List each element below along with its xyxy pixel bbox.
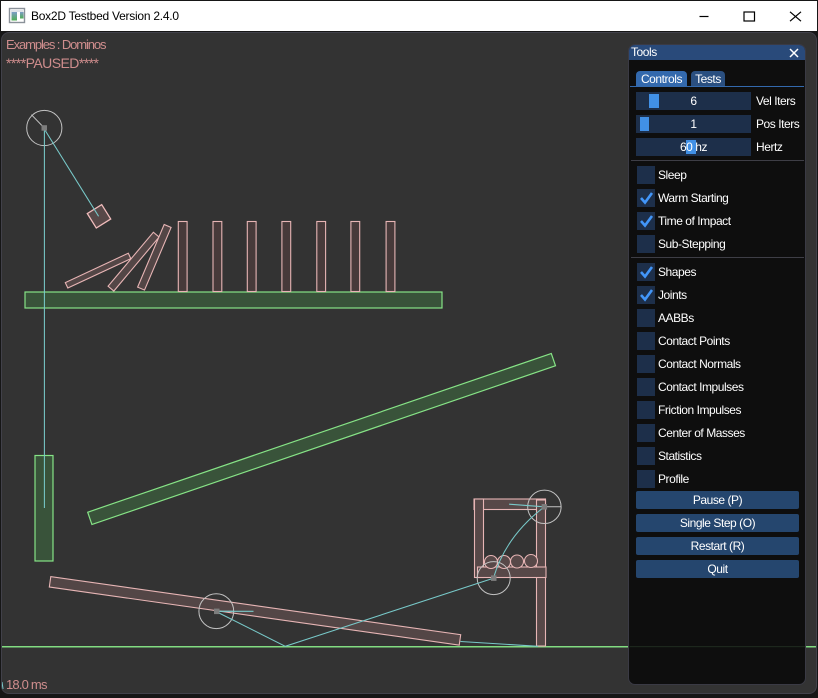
svg-text:18.0 ms: 18.0 ms (6, 677, 48, 692)
svg-text:****PAUSED****: ****PAUSED**** (6, 55, 100, 71)
svg-text:Examples : Dominos: Examples : Dominos (6, 37, 107, 52)
